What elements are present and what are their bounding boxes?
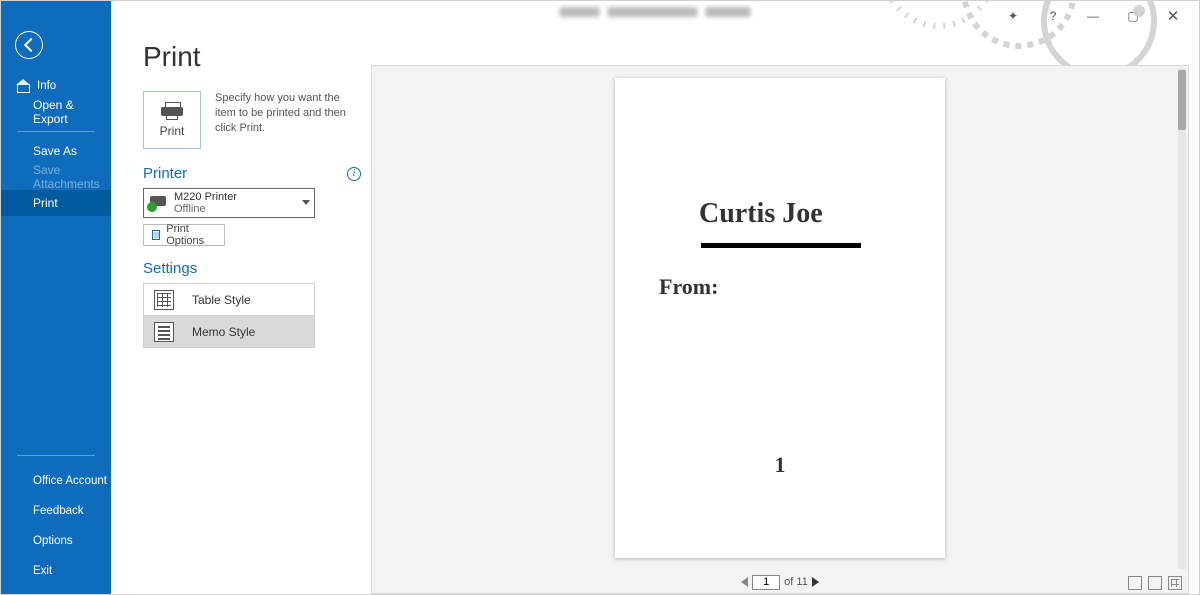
preview-page-number: 1 (615, 452, 945, 478)
printer-dropdown[interactable]: M220 Printer Offline (143, 188, 315, 218)
page-input[interactable] (752, 575, 780, 590)
multi-page-icon[interactable] (1168, 576, 1182, 590)
maximize-button[interactable]: ▢ (1113, 5, 1153, 27)
preview-contact-name: Curtis Joe (655, 138, 905, 236)
print-button[interactable]: Print (143, 91, 201, 149)
print-description: Specify how you want the item to be prin… (215, 91, 355, 136)
preview-scrollbar[interactable] (1178, 68, 1186, 569)
next-page-button[interactable] (812, 577, 819, 587)
coming-soon-icon[interactable]: ✦ (993, 5, 1033, 27)
nav-office-account[interactable]: Office Account (1, 466, 111, 496)
prev-page-button[interactable] (741, 577, 748, 587)
home-icon (17, 81, 30, 92)
nav-open-export[interactable]: Open & Export (1, 99, 111, 125)
settings-section-title: Settings (143, 260, 197, 277)
table-style-icon (154, 290, 174, 310)
back-button[interactable] (15, 31, 43, 59)
page-title: Print (143, 41, 361, 73)
nav-print[interactable]: Print (1, 190, 111, 216)
nav-save-as[interactable]: Save As (1, 138, 111, 164)
nav-print-label: Print (33, 196, 58, 210)
print-options-button[interactable]: Print Options (143, 224, 225, 246)
pager: of 11 (372, 571, 1188, 593)
nav-feedback-label: Feedback (33, 505, 84, 517)
printer-status-icon (148, 194, 168, 212)
nav-save-as-label: Save As (33, 144, 77, 158)
nav-office-account-label: Office Account (33, 475, 107, 487)
print-options-label: Print Options (166, 223, 216, 247)
fit-page-icon[interactable] (1148, 576, 1162, 590)
nav-separator (17, 131, 95, 132)
actual-size-icon[interactable] (1128, 576, 1142, 590)
printer-status: Offline (174, 203, 237, 215)
preview-underline (701, 243, 861, 248)
nav-exit[interactable]: Exit (1, 556, 111, 586)
help-button[interactable]: ? (1033, 5, 1073, 27)
nav-save-attachments: Save Attachments (1, 164, 111, 190)
nav-exit-label: Exit (33, 565, 52, 577)
nav-feedback[interactable]: Feedback (1, 496, 111, 526)
nav-separator-bottom (17, 455, 95, 456)
print-tile-label: Print (160, 124, 185, 138)
printer-name: M220 Printer (174, 191, 237, 203)
scroll-thumb[interactable] (1178, 70, 1186, 130)
style-table[interactable]: Table Style (144, 284, 314, 316)
style-table-label: Table Style (192, 293, 251, 307)
nav-open-export-label: Open & Export (33, 98, 111, 126)
preview-page: Curtis Joe From: 1 (615, 78, 945, 558)
print-options-icon (152, 230, 160, 240)
nav-options-label: Options (33, 535, 73, 547)
printer-info-icon[interactable]: i (347, 167, 361, 181)
style-list: Table Style Memo Style (143, 283, 315, 348)
back-arrow-icon (23, 38, 37, 52)
nav-info-label: Info (37, 80, 56, 92)
nav-save-attachments-label: Save Attachments (33, 163, 111, 191)
close-button[interactable]: ✕ (1153, 5, 1193, 27)
printer-section-title: Printer (143, 165, 187, 182)
style-memo[interactable]: Memo Style (144, 316, 314, 348)
backstage-sidebar: Info Open & Export Save As Save Attachme… (1, 1, 111, 594)
printer-icon (161, 102, 183, 120)
page-total-label: of 11 (784, 576, 808, 588)
window-title-blurred (560, 7, 751, 17)
minimize-button[interactable]: — (1073, 5, 1113, 27)
style-memo-label: Memo Style (192, 325, 255, 339)
title-bar: ✦ ? — ▢ ✕ (111, 1, 1199, 29)
print-preview: Curtis Joe From: 1 of 11 (371, 65, 1189, 594)
nav-info[interactable]: Info (1, 73, 111, 99)
chevron-down-icon (302, 200, 310, 205)
nav-options[interactable]: Options (1, 526, 111, 556)
memo-style-icon (154, 322, 174, 342)
